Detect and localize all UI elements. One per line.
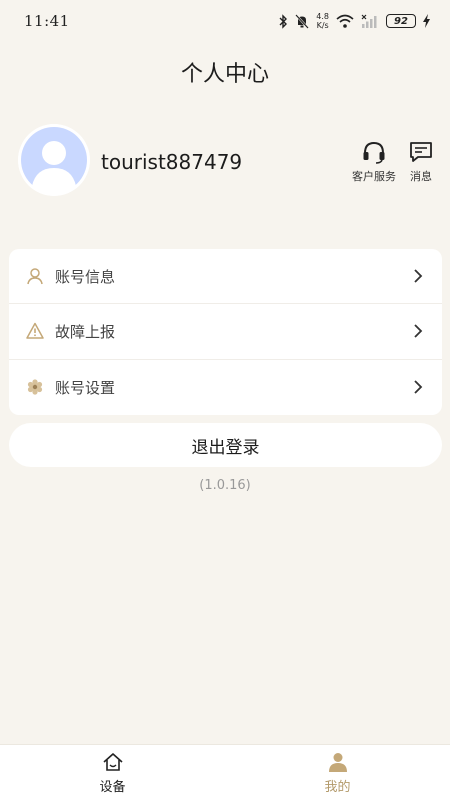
menu-item-account-settings[interactable]: 账号设置 [9,360,442,415]
mute-bell-icon [295,13,310,29]
menu-item-account-info[interactable]: 账号信息 [9,249,442,305]
signal-icon [361,14,377,28]
wifi-icon [336,14,354,28]
tab-mine[interactable]: 我的 [225,745,450,800]
page-title: 个人中心 [180,62,269,87]
customer-service-label: 客户服务 [352,170,396,183]
message-button[interactable]: 消息 [393,140,449,184]
status-icons: 4.8 K/s 92 [278,12,430,30]
username: tourist887479 [101,150,243,174]
menu-card: 账号信息 故障上报 账号设置 [9,249,442,415]
menu-item-fault-report[interactable]: 故障上报 [9,304,442,360]
speed-unit: K/s [316,21,329,30]
headset-icon [363,141,385,164]
avatar-placeholder-icon [18,124,90,196]
chevron-right-icon [414,269,423,283]
user-icon [25,266,45,286]
message-label: 消息 [410,170,432,183]
home-icon [102,753,123,771]
status-time: 11:41 [24,12,70,30]
network-speed: 4.8 K/s [316,12,329,30]
tab-label: 设备 [99,780,126,795]
battery-indicator: 92 [386,14,416,28]
tab-devices[interactable]: 设备 [0,745,225,800]
logout-button[interactable]: 退出登录 [9,423,442,467]
status-bar: 11:41 4.8 K/s 92 [0,0,450,42]
tab-label: 我的 [324,780,351,795]
app-version: (1.0.16) [199,478,251,493]
charging-icon [423,14,430,28]
message-icon [410,142,432,162]
menu-item-label: 账号设置 [55,378,116,397]
bluetooth-icon [279,13,288,29]
avatar[interactable] [18,124,90,196]
speed-value: 4.8 [316,12,329,21]
bottom-nav: 设备 我的 [0,744,450,800]
profile-icon [328,753,347,772]
menu-item-label: 账号信息 [55,267,116,286]
chevron-right-icon [414,380,423,394]
chevron-right-icon [414,324,423,339]
menu-item-label: 故障上报 [55,322,116,341]
settings-icon [25,377,45,397]
warning-icon [25,321,45,341]
battery-level: 92 [394,15,408,27]
